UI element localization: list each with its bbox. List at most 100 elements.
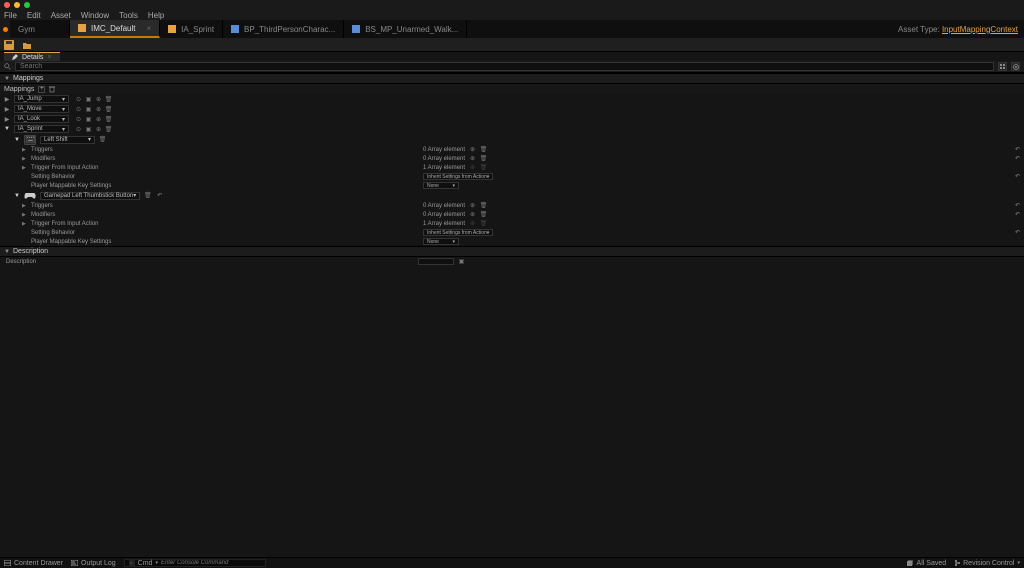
reset-icon[interactable]: ↶ <box>1015 202 1020 209</box>
maximize-window[interactable] <box>24 2 30 8</box>
gamepad-icon[interactable] <box>24 191 36 201</box>
action-dropdown[interactable]: IA_Sprint▾ <box>14 125 69 133</box>
action-dropdown[interactable]: IA_Look▾ <box>14 115 69 123</box>
browse-icon[interactable]: ⊙ <box>75 116 82 123</box>
reset-icon[interactable]: ↶ <box>157 192 162 199</box>
tab-bs-unarmed-walk[interactable]: BS_MP_Unarmed_Walk... <box>344 20 467 38</box>
add-icon[interactable]: ⊕ <box>469 146 476 153</box>
menu-tools[interactable]: Tools <box>119 11 138 20</box>
output-log-button[interactable]: Output Log <box>71 560 116 567</box>
folder-icon[interactable]: ▣ <box>85 126 92 133</box>
mappings-label: Mappings <box>4 86 34 93</box>
description-input[interactable] <box>418 258 454 265</box>
keyboard-icon[interactable] <box>24 135 36 145</box>
reset-icon[interactable]: ↶ <box>1015 229 1020 236</box>
trash-icon[interactable]: 🗑 <box>480 202 487 209</box>
add-icon[interactable]: ⊕ <box>469 211 476 218</box>
expand-icon[interactable]: ▶ <box>4 106 10 113</box>
save-icon[interactable] <box>4 40 14 50</box>
key-dropdown[interactable]: Left Shift▾ <box>40 136 95 144</box>
expand-icon[interactable]: ▶ <box>22 221 27 227</box>
search-input[interactable] <box>15 62 994 71</box>
player-key-dropdown[interactable]: None▾ <box>423 182 459 189</box>
cmd-prompt[interactable]: > Cmd▾ <box>124 559 266 567</box>
minimize-window[interactable] <box>14 2 20 8</box>
browse-icon[interactable]: ⊙ <box>75 106 82 113</box>
add-icon[interactable]: ⊕ <box>469 202 476 209</box>
tab-label: IA_Sprint <box>181 25 214 34</box>
browse-icon[interactable] <box>22 40 32 50</box>
filter-button[interactable] <box>998 62 1007 71</box>
trash-icon[interactable]: 🗑 <box>105 96 112 103</box>
trash-icon[interactable]: 🗑 <box>480 155 487 162</box>
expand-text-icon[interactable]: ▣ <box>458 258 465 265</box>
expand-icon[interactable]: ▶ <box>4 116 10 123</box>
revision-control-button[interactable]: Revision Control ▾ <box>954 560 1020 567</box>
menu-edit[interactable]: Edit <box>27 11 41 20</box>
add-icon[interactable]: ⊕ <box>469 155 476 162</box>
trash-icon[interactable]: 🗑 <box>105 106 112 113</box>
expand-icon[interactable]: ▶ <box>4 96 10 103</box>
tab-bp-third-person[interactable]: BP_ThirdPersonCharac... <box>223 20 344 38</box>
trash-icon[interactable]: 🗑 <box>105 126 112 133</box>
trash-icon[interactable]: 🗑 <box>480 211 487 218</box>
content-drawer-button[interactable]: Content Drawer <box>4 560 63 567</box>
expand-icon[interactable]: ▶ <box>22 165 27 171</box>
add-icon[interactable]: ⊕ <box>95 126 102 133</box>
menu-file[interactable]: File <box>4 11 17 20</box>
add-icon[interactable]: ⊕ <box>469 164 476 171</box>
browse-icon[interactable]: ⊙ <box>75 126 82 133</box>
save-status[interactable]: All Saved <box>907 560 947 567</box>
folder-icon[interactable]: ▣ <box>85 96 92 103</box>
trash-icon[interactable]: 🗑 <box>99 136 106 143</box>
collapse-icon[interactable]: ▼ <box>4 126 10 132</box>
setting-behavior-dropdown[interactable]: Inherit Settings from Action▾ <box>423 229 493 236</box>
clear-mappings-button[interactable] <box>49 86 55 93</box>
action-dropdown[interactable]: IA_Jump▾ <box>14 95 69 103</box>
key-dropdown[interactable]: Gamepad Left Thumbstick Button▾ <box>40 192 140 200</box>
tab-ia-sprint[interactable]: IA_Sprint <box>160 20 223 38</box>
close-window[interactable] <box>4 2 10 8</box>
description-section-header[interactable]: ▼ Description <box>0 246 1024 257</box>
action-dropdown[interactable]: IA_Move▾ <box>14 105 69 113</box>
collapse-icon[interactable]: ▼ <box>14 137 20 143</box>
asset-type-link[interactable]: InputMappingContext <box>942 25 1018 34</box>
tab-project[interactable]: Gym <box>10 20 70 38</box>
menu-help[interactable]: Help <box>148 11 164 20</box>
browse-icon[interactable]: ⊙ <box>75 96 82 103</box>
expand-icon[interactable]: ▶ <box>22 212 27 218</box>
add-mapping-button[interactable]: + <box>38 86 45 93</box>
window-traffic-lights[interactable] <box>4 2 30 8</box>
setting-behavior-dropdown[interactable]: Inherit Settings from Action▾ <box>423 173 493 180</box>
reset-icon[interactable]: ↶ <box>1015 173 1020 180</box>
reset-icon[interactable]: ↶ <box>1015 146 1020 153</box>
trash-icon[interactable]: 🗑 <box>480 220 487 227</box>
add-icon[interactable]: ⊕ <box>95 96 102 103</box>
trash-icon[interactable]: 🗑 <box>144 192 151 199</box>
expand-icon[interactable]: ▶ <box>22 147 27 153</box>
close-tab-icon[interactable]: × <box>146 24 151 33</box>
expand-icon[interactable]: ▶ <box>22 156 27 162</box>
expand-icon[interactable]: ▶ <box>22 203 27 209</box>
collapse-icon[interactable]: ▼ <box>14 193 20 199</box>
details-panel-tab[interactable]: Details × <box>4 52 60 62</box>
add-icon[interactable]: ⊕ <box>95 106 102 113</box>
folder-icon[interactable]: ▣ <box>85 106 92 113</box>
add-icon[interactable]: ⊕ <box>469 220 476 227</box>
mappings-section-header[interactable]: ▼ Mappings <box>0 73 1024 84</box>
menu-window[interactable]: Window <box>81 11 109 20</box>
reset-icon[interactable]: ↶ <box>1015 211 1020 218</box>
close-panel-icon[interactable]: × <box>47 54 51 61</box>
settings-button[interactable] <box>1011 62 1020 71</box>
cmd-input[interactable] <box>161 560 261 566</box>
details-tab-label: Details <box>22 54 43 61</box>
tab-imc-default[interactable]: IMC_Default × <box>70 20 160 38</box>
menu-asset[interactable]: Asset <box>51 11 71 20</box>
trash-icon[interactable]: 🗑 <box>480 146 487 153</box>
reset-icon[interactable]: ↶ <box>1015 155 1020 162</box>
player-key-dropdown[interactable]: None▾ <box>423 238 459 245</box>
trash-icon[interactable]: 🗑 <box>480 164 487 171</box>
add-icon[interactable]: ⊕ <box>95 116 102 123</box>
folder-icon[interactable]: ▣ <box>85 116 92 123</box>
trash-icon[interactable]: 🗑 <box>105 116 112 123</box>
